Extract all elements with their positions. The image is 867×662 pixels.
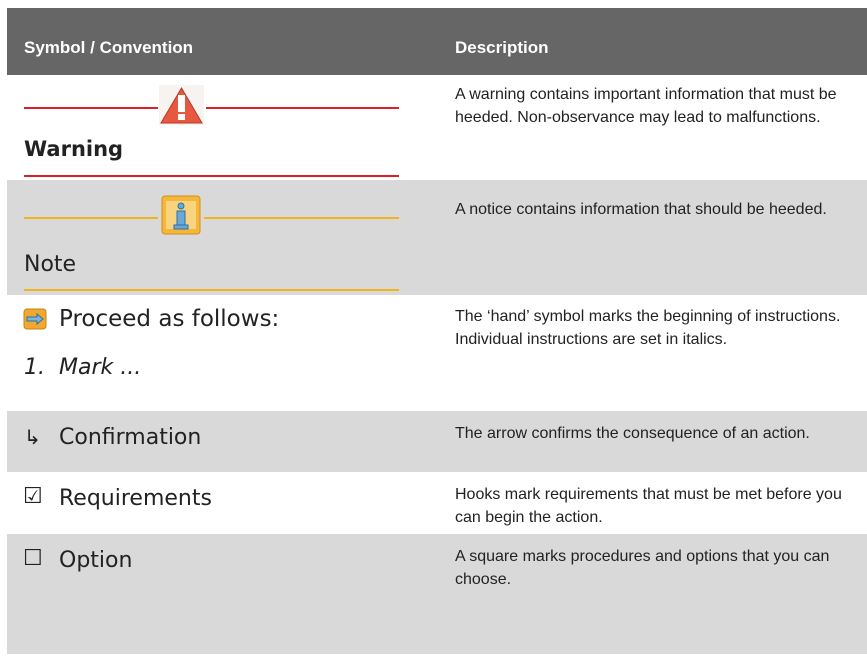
header-symbol-convention: Symbol / Convention bbox=[24, 38, 194, 57]
table-row-warning: Warning A warning contains important inf… bbox=[7, 75, 867, 180]
confirmation-label: Confirmation bbox=[59, 425, 202, 450]
note-description: A notice contains information that shoul… bbox=[455, 201, 827, 218]
requirements-label: Requirements bbox=[59, 486, 212, 511]
warning-triangle-icon bbox=[159, 85, 204, 125]
step-text: Mark ... bbox=[59, 355, 142, 380]
requirements-description: Hooks mark requirements that must be met… bbox=[455, 486, 842, 526]
table-row-requirements: ☑ Requirements Hooks mark requirements t… bbox=[7, 472, 867, 534]
option-label: Option bbox=[59, 548, 133, 573]
hand-pointing-icon bbox=[23, 308, 47, 330]
warning-description: A warning contains important information… bbox=[455, 86, 837, 126]
conventions-table: Symbol / Convention Description Warning … bbox=[7, 8, 867, 654]
arrow-confirm-icon: ↳ bbox=[24, 425, 41, 449]
step-number: 1. bbox=[24, 355, 45, 380]
info-note-icon bbox=[161, 195, 201, 235]
note-label: Note bbox=[24, 252, 77, 277]
proceed-label: Proceed as follows: bbox=[59, 306, 280, 332]
confirmation-description: The arrow confirms the consequence of an… bbox=[455, 425, 810, 442]
warning-label: Warning bbox=[24, 137, 124, 161]
empty-box-icon: ☐ bbox=[23, 546, 43, 571]
table-row-note: Note A notice contains information that … bbox=[7, 180, 867, 295]
proceed-description: The ‘hand’ symbol marks the beginning of… bbox=[455, 308, 841, 348]
table-row-option: ☐ Option A square marks procedures and o… bbox=[7, 534, 867, 654]
checked-box-icon: ☑ bbox=[23, 484, 43, 509]
header-description: Description bbox=[455, 38, 549, 57]
table-header: Symbol / Convention Description bbox=[7, 8, 867, 75]
option-description: A square marks procedures and options th… bbox=[455, 548, 830, 588]
table-row-proceed: Proceed as follows: 1. Mark ... The ‘han… bbox=[7, 295, 867, 411]
table-row-confirmation: ↳ Confirmation The arrow confirms the co… bbox=[7, 411, 867, 472]
